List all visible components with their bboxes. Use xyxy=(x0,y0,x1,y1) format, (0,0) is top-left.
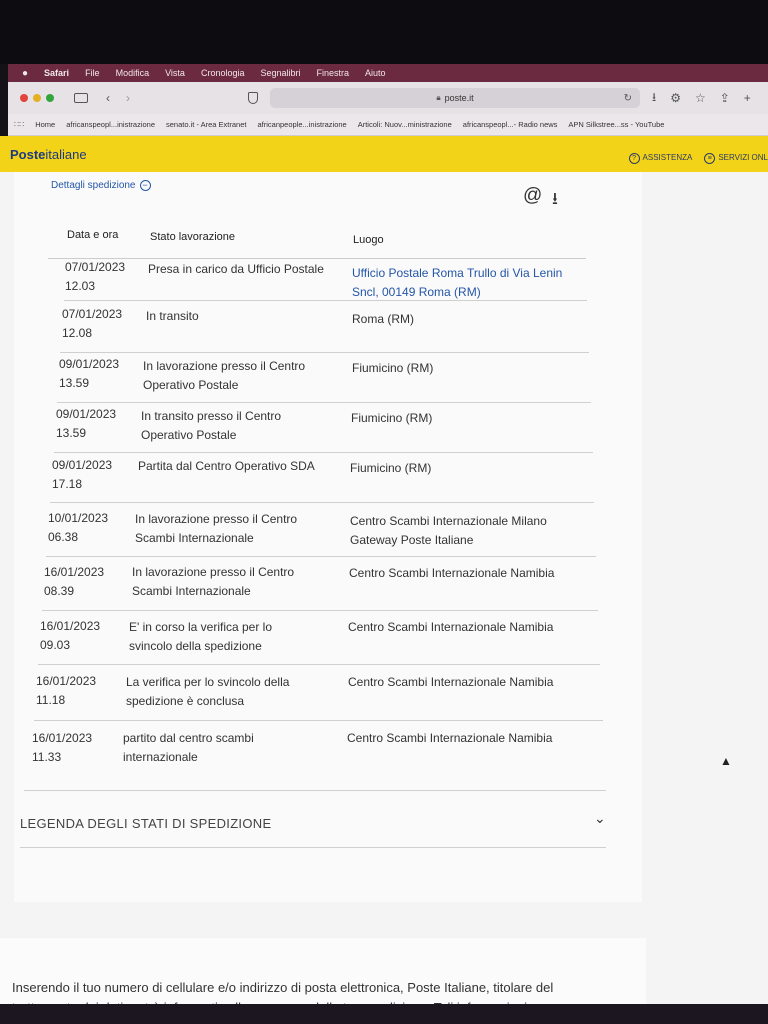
menu-segnalibri[interactable]: Segnalibri xyxy=(260,68,300,78)
macos-menu-bar: ● Safari File Modifica Vista Cronologia … xyxy=(8,64,768,82)
menu-aiuto[interactable]: Aiuto xyxy=(365,68,386,78)
row-place: Fiumicino (RM) xyxy=(351,411,433,425)
row-date: 16/01/2023 09.03 xyxy=(40,619,101,652)
mouse-cursor-icon: ▲ xyxy=(720,754,732,768)
row-status: E' in corso la verifica per lo svincolo d… xyxy=(129,620,273,653)
row-divider xyxy=(42,610,598,611)
row-place-link[interactable]: Ufficio Postale Roma Trullo di Via Lenin… xyxy=(352,264,562,302)
column-header-place: Luogo xyxy=(353,234,384,246)
row-date: 16/01/2023 08.39 xyxy=(44,565,105,598)
row-date: 16/01/2023 11.18 xyxy=(36,674,97,707)
row-date: 09/01/2023 13.59 xyxy=(59,357,120,390)
screen-bezel xyxy=(0,0,768,64)
menu-finestra[interactable]: Finestra xyxy=(317,68,350,78)
menu-file[interactable]: File xyxy=(85,68,100,78)
gear-icon[interactable]: ⚙ xyxy=(670,91,681,105)
row-place: Centro Scambi Internazionale Namibia xyxy=(347,731,553,745)
row-divider xyxy=(34,720,603,721)
bookmark-item[interactable]: africanspeopl...- Radio news xyxy=(463,120,558,129)
row-place: Roma (RM) xyxy=(352,312,414,326)
row-divider xyxy=(46,556,596,557)
legend-toggle[interactable]: LEGENDA DEGLI STATI DI SPEDIZIONE xyxy=(20,816,271,831)
row-date: 16/01/2023 11.33 xyxy=(32,731,93,764)
row-status: partito dal centro scambi internazionale xyxy=(123,731,254,764)
address-bar[interactable]: 🔒︎ poste.it ↻ xyxy=(270,88,640,108)
reload-icon[interactable]: ↻ xyxy=(624,93,632,104)
table-header-divider xyxy=(48,258,586,259)
row-divider xyxy=(57,402,591,403)
row-place: Fiumicino (RM) xyxy=(352,361,434,375)
row-divider xyxy=(60,352,589,353)
forward-icon[interactable]: › xyxy=(126,91,130,105)
row-status: La verifica per lo svincolo della spedizi… xyxy=(126,675,290,708)
menu-cronologia[interactable]: Cronologia xyxy=(201,68,245,78)
row-divider xyxy=(64,300,587,301)
row-date: 10/01/2023 06.38 xyxy=(48,511,109,544)
row-divider xyxy=(54,452,593,453)
row-status: In lavorazione presso il Centro Scambi In… xyxy=(132,565,295,598)
url-text: poste.it xyxy=(444,93,474,103)
row-status: In lavorazione presso il Centro Operativo… xyxy=(143,359,306,392)
screen-bezel-bottom xyxy=(0,1004,768,1024)
servizi-online-link[interactable]: ≡ SERVIZI ONL xyxy=(704,153,768,164)
browser-toolbar: ‹ › 🔒︎ poste.it ↻ ⭳ ⚙ ☆ ⇪ + xyxy=(8,82,768,114)
legend-divider xyxy=(24,790,606,791)
menu-modifica[interactable]: Modifica xyxy=(116,68,150,78)
help-icon: ? xyxy=(628,153,640,164)
collapse-icon: − xyxy=(139,180,151,191)
email-notify-icon[interactable]: @ xyxy=(523,185,542,207)
share-icon[interactable]: ⇪ xyxy=(720,91,730,105)
window-controls xyxy=(20,94,54,102)
bookmark-item[interactable]: Articoli: Nuov...ministrazione xyxy=(358,120,452,129)
bookmark-item[interactable]: APN Silkstree...ss - YouTube xyxy=(568,120,664,129)
column-header-date: Data e ora xyxy=(67,229,119,241)
menu-vista[interactable]: Vista xyxy=(165,68,185,78)
grid-icon[interactable]: ∷∷ xyxy=(14,120,24,129)
apple-icon[interactable]: ● xyxy=(22,68,28,79)
star-icon[interactable]: ☆ xyxy=(695,91,706,105)
row-divider xyxy=(50,502,594,503)
bookmark-item[interactable]: africanpeople...inistrazione xyxy=(257,120,346,129)
page-content: Dettagli spedizione − @ ⭳ Data e ora Sta… xyxy=(0,172,768,1024)
bookmarks-bar: ∷∷ Home africanspeopl...inistrazione sen… xyxy=(8,114,768,136)
row-place: Fiumicino (RM) xyxy=(350,461,432,475)
minimize-window-button[interactable] xyxy=(33,94,41,102)
row-place: Centro Scambi Internazionale Namibia xyxy=(348,675,554,689)
row-status: In transito presso il Centro Operativo Po… xyxy=(141,409,282,442)
bookmark-item[interactable]: senato.it - Area Extranet xyxy=(166,120,246,129)
row-status: In lavorazione presso il Centro Scambi In… xyxy=(135,512,298,545)
privacy-shield-icon[interactable] xyxy=(248,92,258,104)
row-status: Partita dal Centro Operativo SDA xyxy=(138,459,315,473)
zoom-window-button[interactable] xyxy=(46,94,54,102)
new-tab-icon[interactable]: + xyxy=(744,91,751,105)
close-window-button[interactable] xyxy=(20,94,28,102)
lock-icon: 🔒︎ xyxy=(436,93,441,102)
download-icon[interactable]: ⭳ xyxy=(552,186,558,215)
row-date: 07/01/2023 12.08 xyxy=(62,307,123,340)
bookmark-item[interactable]: Home xyxy=(35,120,55,129)
assistenza-link[interactable]: ? ASSISTENZA xyxy=(628,153,692,164)
row-status: In transito xyxy=(146,309,199,323)
row-status: Presa in carico da Ufficio Postale xyxy=(148,262,324,276)
back-icon[interactable]: ‹ xyxy=(106,91,110,105)
row-place: Centro Scambi Internazionale Namibia xyxy=(349,566,555,580)
site-header: Posteitaliane ? ASSISTENZA ≡ SERVIZI ONL xyxy=(0,136,768,172)
column-header-status: Stato lavorazione xyxy=(150,231,235,243)
row-date: 09/01/2023 17.18 xyxy=(52,458,113,491)
bookmark-item[interactable]: africanspeopl...inistrazione xyxy=(66,120,155,129)
downloads-icon[interactable]: ⭳ xyxy=(652,88,656,109)
chevron-down-icon[interactable]: ⌄ xyxy=(594,810,606,827)
row-date: 09/01/2023 13.59 xyxy=(56,407,117,440)
row-date: 07/01/2023 12.03 xyxy=(65,260,126,293)
row-divider xyxy=(38,664,600,665)
menu-app-name[interactable]: Safari xyxy=(44,68,69,78)
row-place: Centro Scambi Internazionale Namibia xyxy=(348,620,554,634)
legend-divider xyxy=(20,847,606,848)
shipment-details-toggle[interactable]: Dettagli spedizione − xyxy=(51,180,151,191)
menu-icon: ≡ xyxy=(704,153,716,164)
row-place: Centro Scambi Internazionale Milano Gatew… xyxy=(350,514,547,547)
poste-logo[interactable]: Posteitaliane xyxy=(10,147,87,162)
sidebar-toggle-icon[interactable] xyxy=(74,93,88,103)
